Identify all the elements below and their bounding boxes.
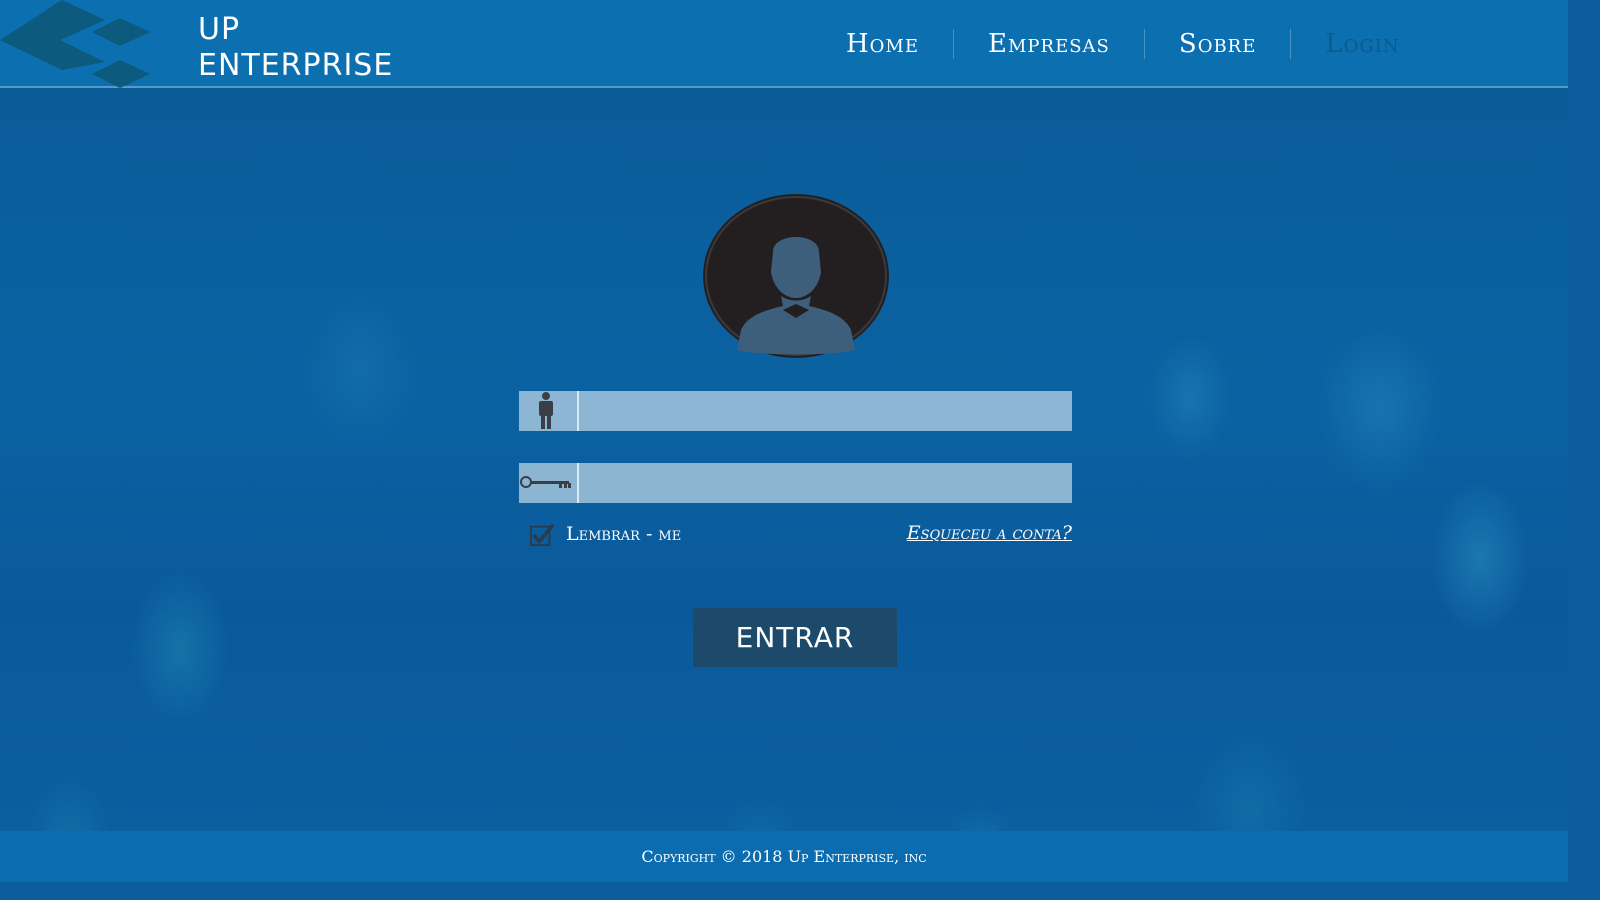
header-bar: UP ENTERPRISE Home Empresas Sobre Login xyxy=(0,0,1568,88)
diamond-chevron-logo[interactable] xyxy=(0,0,160,88)
brand-line-1: UP xyxy=(198,12,241,47)
copyright-text: Copyright © 2018 Up Enterprise, inc xyxy=(641,847,927,866)
nav-empresas[interactable]: Empresas xyxy=(954,29,1144,59)
nav-sobre[interactable]: Sobre xyxy=(1145,29,1291,59)
main-nav: Home Empresas Sobre Login xyxy=(812,26,1434,62)
person-icon xyxy=(519,391,579,431)
brand-name[interactable]: UP ENTERPRISE xyxy=(198,12,393,84)
remember-label: Lembrar - me xyxy=(566,523,682,545)
key-icon xyxy=(519,463,579,503)
footer: Copyright © 2018 Up Enterprise, inc xyxy=(0,831,1568,882)
user-avatar-icon xyxy=(703,194,889,358)
login-submit-button[interactable]: ENTRAR xyxy=(693,608,897,667)
forgot-account-link[interactable]: Esqueceu a conta? xyxy=(907,522,1072,544)
remember-checkbox[interactable] xyxy=(530,522,554,546)
username-field xyxy=(519,391,1072,431)
password-field xyxy=(519,463,1072,503)
nav-login[interactable]: Login xyxy=(1291,29,1433,59)
username-input[interactable] xyxy=(579,391,1072,431)
remember-me: Lembrar - me xyxy=(530,522,681,546)
password-input[interactable] xyxy=(579,463,1072,503)
brand-line-2: ENTERPRISE xyxy=(198,48,394,83)
nav-home[interactable]: Home xyxy=(812,29,953,59)
